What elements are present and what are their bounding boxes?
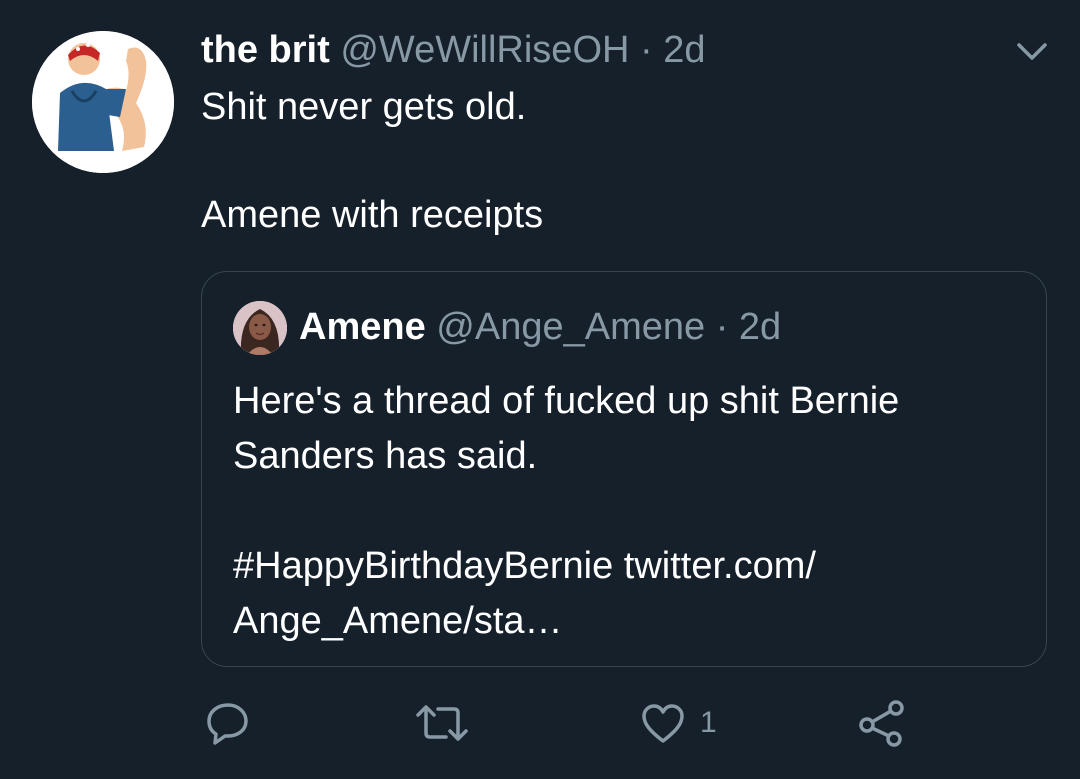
quoted-author-avatar[interactable] bbox=[233, 301, 287, 355]
tweet[interactable]: the brit @WeWillRiseOH · 2d Shit never g… bbox=[0, 0, 1080, 779]
quoted-author-name[interactable]: Amene bbox=[299, 306, 426, 348]
retweet-button[interactable] bbox=[412, 698, 472, 748]
reply-button[interactable] bbox=[205, 698, 251, 748]
share-button[interactable] bbox=[858, 698, 906, 748]
share-icon bbox=[859, 700, 904, 747]
tweet-action-bar: 1 bbox=[0, 698, 1080, 748]
retweet-icon bbox=[416, 705, 468, 741]
heart-icon bbox=[642, 704, 684, 743]
tweet-text-line: Amene with receipts bbox=[201, 194, 544, 236]
quoted-tweet-text: Here's a thread of fucked up shit Bernie… bbox=[233, 374, 899, 649]
quoted-text-line: Sanders has said. bbox=[233, 435, 538, 477]
quoted-text-line: Ange_Amene/sta… bbox=[233, 600, 563, 642]
quoted-author-handle[interactable]: @Ange_Amene bbox=[436, 306, 705, 348]
tweet-header: the brit @WeWillRiseOH · 2d bbox=[201, 28, 706, 72]
author-avatar[interactable] bbox=[32, 31, 174, 173]
quoted-tweet-card[interactable]: Amene @Ange_Amene · 2d Here's a thread o… bbox=[201, 271, 1047, 667]
quoted-text-line: #HappyBirthdayBernie twitter.com/ bbox=[233, 545, 816, 587]
quoted-tweet-timestamp: 2d bbox=[738, 306, 782, 348]
quoted-text-line: Here's a thread of fucked up shit Bernie bbox=[233, 380, 900, 422]
tweet-text: Shit never gets old. Amene with receipts bbox=[201, 80, 543, 242]
separator-dot: · bbox=[715, 306, 729, 348]
tweet-text-line: Shit never gets old. bbox=[201, 86, 527, 128]
quoted-tweet-header: Amene @Ange_Amene · 2d bbox=[299, 305, 781, 349]
more-options-chevron-down-icon[interactable] bbox=[1012, 36, 1052, 66]
like-button[interactable]: 1 bbox=[640, 698, 717, 748]
author-handle[interactable]: @WeWillRiseOH bbox=[340, 29, 629, 71]
separator-dot: · bbox=[640, 29, 653, 71]
author-name[interactable]: the brit bbox=[201, 29, 330, 71]
like-count: 1 bbox=[700, 706, 717, 739]
reply-icon bbox=[207, 703, 248, 745]
tweet-timestamp[interactable]: 2d bbox=[663, 29, 705, 71]
